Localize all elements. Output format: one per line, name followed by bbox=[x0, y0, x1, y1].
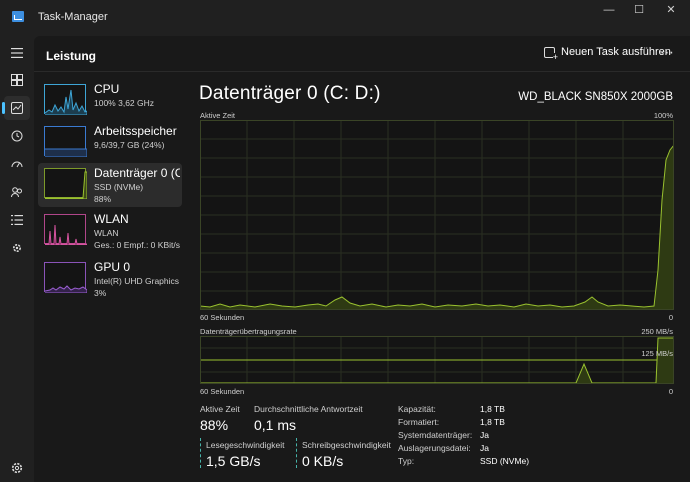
property-value: Ja bbox=[480, 443, 489, 453]
active-time-value: 88% bbox=[200, 417, 229, 433]
details-icon bbox=[11, 215, 23, 225]
property-value: 1,8 TB bbox=[480, 404, 505, 414]
device-detail: WLAN bbox=[94, 228, 119, 238]
performance-page: Leistung Neuen Task ausführen ⋯ CPU 100%… bbox=[34, 36, 690, 482]
minimize-button[interactable]: — bbox=[592, 0, 626, 24]
hamburger-icon bbox=[11, 48, 23, 58]
navigation-rail bbox=[0, 36, 34, 482]
device-item-gpu-0[interactable]: GPU 0 Intel(R) UHD Graphics 3% bbox=[38, 257, 182, 301]
active-time-graph-timespan: 60 Sekunden bbox=[200, 313, 245, 322]
nav-users[interactable] bbox=[4, 180, 30, 204]
nav-performance[interactable] bbox=[2, 96, 30, 120]
processes-icon bbox=[11, 74, 23, 86]
users-icon bbox=[11, 187, 22, 198]
active-time-graph-max: 100% bbox=[653, 111, 673, 120]
transfer-rate-graph-max: 250 MB/s bbox=[641, 327, 673, 336]
maximize-button[interactable]: ☐ bbox=[622, 0, 656, 24]
active-time-graph-min: 0 bbox=[668, 313, 673, 322]
property-label: Systemdatenträger: bbox=[398, 430, 473, 440]
device-detail: Intel(R) UHD Graphics bbox=[94, 276, 180, 286]
device-name: WLAN bbox=[94, 212, 129, 226]
avg-response-label: Durchschnittliche Antwortzeit bbox=[254, 404, 363, 414]
device-name: Datenträger 0 (C: D:) bbox=[94, 166, 180, 180]
read-speed-label: Lesegeschwindigkeit bbox=[206, 440, 285, 450]
device-throughput: Ges.: 0 Empf.: 0 KBit/s bbox=[94, 240, 180, 250]
write-speed-value: 0 KB/s bbox=[302, 453, 344, 469]
read-speed-value: 1,5 GB/s bbox=[206, 453, 261, 469]
disk-title: Datenträger 0 (C: D:) bbox=[199, 83, 381, 104]
more-options-button[interactable]: ⋯ bbox=[660, 44, 674, 61]
transfer-rate-graph-min: 0 bbox=[668, 387, 673, 396]
nav-details[interactable] bbox=[4, 208, 30, 232]
write-speed-label: Schreibgeschwindigkeit bbox=[302, 440, 391, 450]
device-detail: SSD (NVMe) bbox=[94, 182, 144, 192]
property-value: SSD (NVMe) bbox=[480, 456, 530, 466]
device-detail: 9,6/39,7 GB (24%) bbox=[94, 140, 165, 150]
title-bar: Task-Manager — ☐ ✕ bbox=[0, 0, 690, 36]
device-usage: 88% bbox=[94, 194, 112, 204]
device-item-wlan[interactable]: WLAN WLAN Ges.: 0 Empf.: 0 KBit/s bbox=[38, 209, 182, 253]
cpu-thumbnail-graph bbox=[44, 84, 87, 115]
property-label: Kapazität: bbox=[398, 404, 436, 414]
new-task-button[interactable]: Neuen Task ausführen bbox=[544, 46, 671, 62]
active-time-graph bbox=[200, 120, 674, 310]
nav-app-history[interactable] bbox=[4, 124, 30, 148]
nav-startup[interactable] bbox=[4, 152, 30, 176]
wlan-thumbnail-graph bbox=[44, 214, 87, 245]
startup-icon bbox=[11, 161, 23, 168]
transfer-rate-graph bbox=[200, 336, 674, 384]
transfer-rate-graph-mid: 125 MB/s bbox=[641, 349, 673, 358]
property-label: Auslagerungsdatei: bbox=[398, 443, 471, 453]
nav-processes[interactable] bbox=[4, 68, 30, 92]
transfer-rate-graph-label: Datenträgerübertragungsrate bbox=[200, 327, 297, 336]
nav-services[interactable] bbox=[4, 236, 30, 260]
disk-model: WD_BLACK SN850X 2000GB bbox=[518, 91, 673, 103]
new-task-label: Neuen Task ausführen bbox=[561, 46, 671, 58]
device-name: Arbeitsspeicher bbox=[94, 124, 177, 138]
app-history-icon bbox=[11, 130, 23, 142]
page-title: Leistung bbox=[46, 49, 96, 63]
gpu-thumbnail-graph bbox=[44, 262, 87, 293]
write-speed-indicator bbox=[296, 438, 297, 468]
read-speed-indicator bbox=[200, 438, 201, 468]
settings-icon bbox=[11, 462, 23, 474]
device-name: CPU bbox=[94, 82, 120, 96]
disk-thumbnail-graph bbox=[44, 168, 87, 199]
property-value: Ja bbox=[480, 430, 489, 440]
active-time-graph-label: Aktive Zeit bbox=[200, 111, 236, 120]
window-title: Task-Manager bbox=[38, 11, 108, 23]
avg-response-value: 0,1 ms bbox=[254, 417, 297, 433]
nav-settings[interactable] bbox=[4, 456, 30, 480]
device-detail: 100% 3,62 GHz bbox=[94, 98, 155, 108]
new-task-icon bbox=[544, 46, 558, 62]
task-manager-app-icon bbox=[12, 11, 24, 22]
header-divider bbox=[34, 71, 690, 72]
active-time-label: Aktive Zeit bbox=[200, 404, 240, 414]
memory-thumbnail-graph bbox=[44, 126, 87, 157]
device-item-cpu[interactable]: CPU 100% 3,62 GHz bbox=[38, 79, 182, 123]
device-name: GPU 0 bbox=[94, 260, 131, 274]
services-icon bbox=[12, 243, 22, 253]
property-value: 1,8 TB bbox=[480, 417, 505, 427]
close-button[interactable]: ✕ bbox=[654, 0, 688, 24]
property-label: Typ: bbox=[398, 456, 415, 466]
hamburger-menu-button[interactable] bbox=[4, 41, 30, 65]
device-usage: 3% bbox=[94, 288, 107, 298]
device-item-disk-0[interactable]: Datenträger 0 (C: D:) SSD (NVMe) 88% bbox=[38, 163, 182, 207]
property-label: Formatiert: bbox=[398, 417, 440, 427]
device-item-memory[interactable]: Arbeitsspeicher 9,6/39,7 GB (24%) bbox=[38, 121, 182, 165]
performance-icon bbox=[11, 102, 23, 114]
transfer-rate-graph-timespan: 60 Sekunden bbox=[200, 387, 245, 396]
